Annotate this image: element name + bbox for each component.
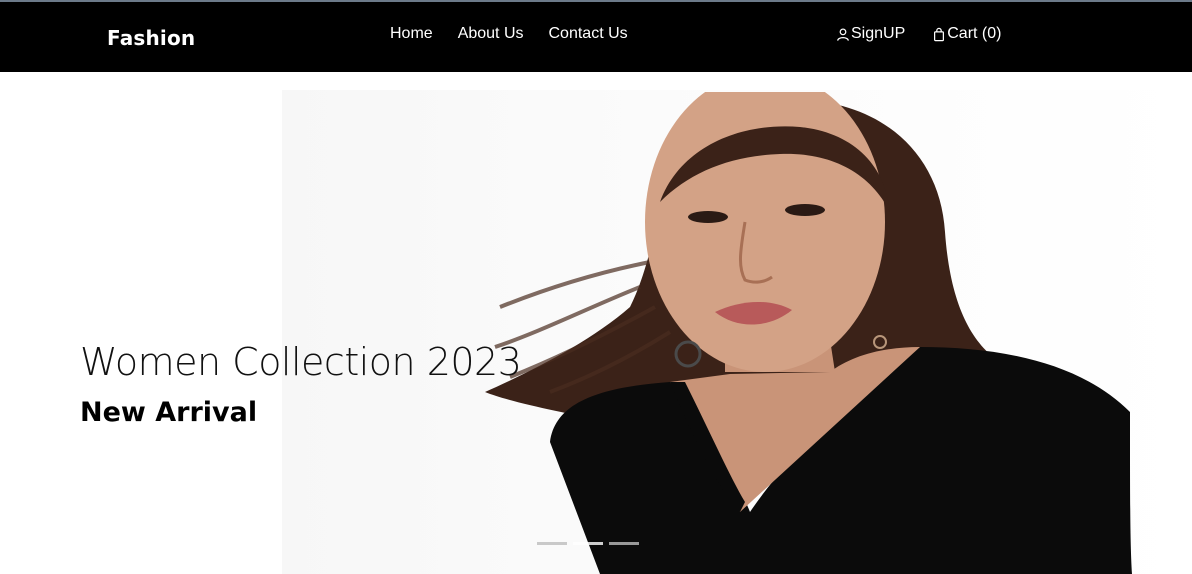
- carousel-indicator-3[interactable]: [609, 542, 639, 545]
- navbar: Fashion Home About Us Contact Us SignUP …: [0, 2, 1192, 72]
- hero-subtitle: New Arrival: [80, 397, 258, 428]
- hero-model-image: [485, 92, 1132, 574]
- nav-actions: SignUP Cart (0): [836, 25, 1001, 43]
- nav-link-about-us[interactable]: About Us: [458, 25, 524, 43]
- nav-link-home[interactable]: Home: [390, 25, 433, 43]
- signup-label: SignUP: [851, 25, 906, 42]
- cart-link[interactable]: Cart (0): [932, 25, 1001, 43]
- signup-link[interactable]: SignUP: [836, 25, 905, 43]
- person-icon: [837, 27, 849, 41]
- nav-links: Home About Us Contact Us: [390, 25, 653, 43]
- carousel-indicators: [537, 542, 639, 545]
- cart-label: Cart (0): [947, 25, 1002, 42]
- brand-logo[interactable]: Fashion: [107, 26, 195, 50]
- hero-title: Women Collection 2023: [80, 340, 522, 384]
- carousel-indicator-1[interactable]: [537, 542, 567, 545]
- carousel-indicator-2[interactable]: [573, 542, 603, 545]
- nav-link-contact-us[interactable]: Contact Us: [549, 25, 628, 43]
- hero-carousel: Women Collection 2023 New Arrival: [0, 72, 1192, 574]
- shopping-bag-icon: [934, 27, 945, 41]
